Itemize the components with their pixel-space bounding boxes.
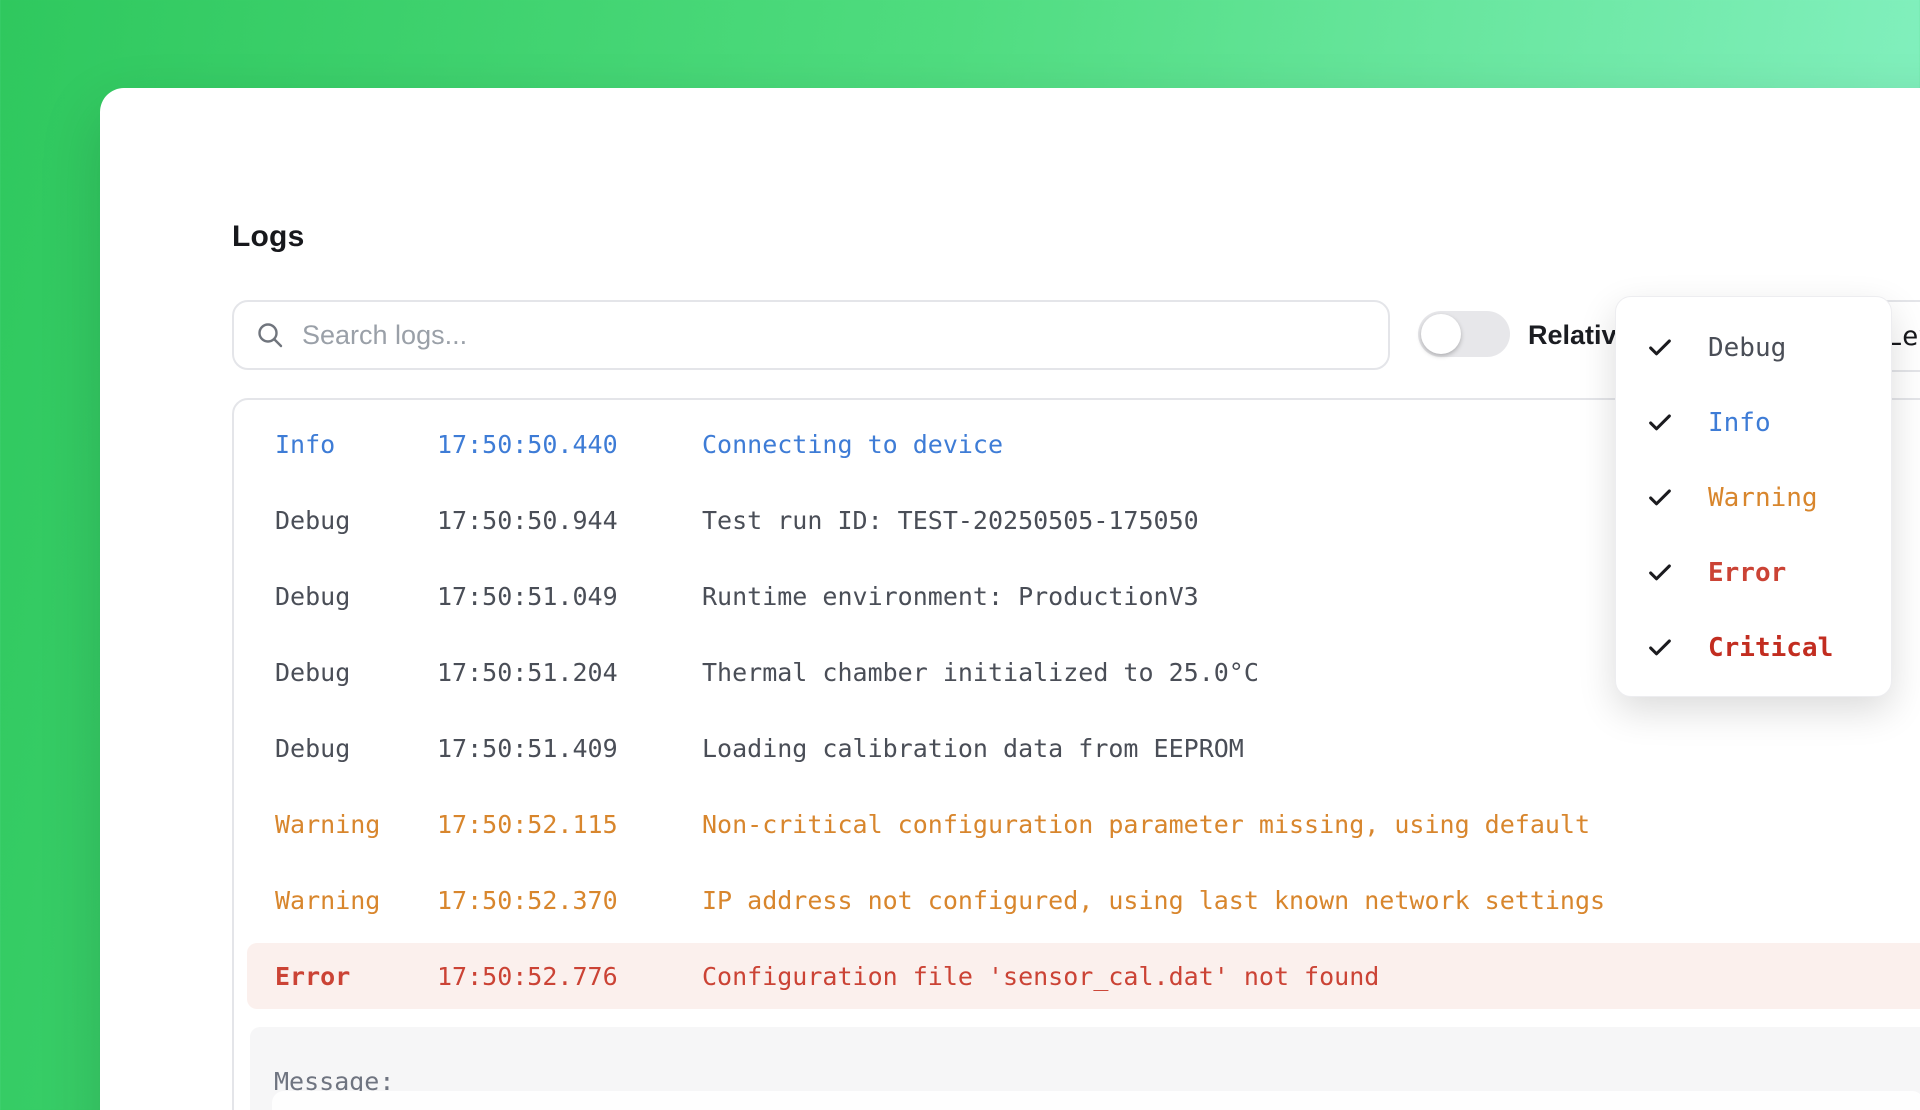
log-level: Error <box>275 962 437 991</box>
search-box[interactable] <box>232 300 1390 370</box>
log-row[interactable]: Debug 17:50:51.409 Loading calibration d… <box>247 715 1920 781</box>
page-title: Logs <box>232 220 304 254</box>
log-level: Warning <box>275 886 437 915</box>
level-menu-item-label: Error <box>1708 558 1786 588</box>
log-timestamp: 17:50:51.204 <box>437 658 702 687</box>
level-menu-item-debug[interactable]: Debug <box>1616 310 1891 385</box>
log-level: Info <box>275 430 437 459</box>
level-menu-item-label: Info <box>1708 408 1771 438</box>
log-detail-panel: Message: Configuration file 'sensor_cal.… <box>250 1027 1920 1110</box>
log-message: Non-critical configuration parameter mis… <box>702 810 1920 839</box>
log-timestamp: 17:50:51.409 <box>437 734 702 763</box>
log-message: Loading calibration data from EEPROM <box>702 734 1920 763</box>
log-level: Debug <box>275 658 437 687</box>
level-menu-item-label: Critical <box>1708 633 1833 663</box>
relative-time-toggle[interactable] <box>1418 311 1510 357</box>
level-menu-item-error[interactable]: Error <box>1616 535 1891 610</box>
log-timestamp: 17:50:52.776 <box>437 962 702 991</box>
log-level: Debug <box>275 506 437 535</box>
level-menu-item-label: Debug <box>1708 333 1786 363</box>
log-timestamp: 17:50:52.115 <box>437 810 702 839</box>
level-menu-item-warning[interactable]: Warning <box>1616 460 1891 535</box>
level-filter-menu: Debug Info Warning Error Critical <box>1615 296 1892 697</box>
log-level: Warning <box>275 810 437 839</box>
log-timestamp: 17:50:50.944 <box>437 506 702 535</box>
check-icon <box>1646 559 1674 587</box>
check-icon <box>1646 409 1674 437</box>
check-icon <box>1646 334 1674 362</box>
log-row[interactable]: Warning 17:50:52.370 IP address not conf… <box>247 867 1920 933</box>
level-menu-item-label: Warning <box>1708 483 1818 513</box>
log-message: Configuration file 'sensor_cal.dat' not … <box>702 962 1920 991</box>
search-icon <box>254 319 286 351</box>
level-menu-item-critical[interactable]: Critical <box>1616 610 1891 685</box>
toggle-knob <box>1421 314 1461 354</box>
search-input[interactable] <box>302 320 1368 351</box>
level-menu-item-info[interactable]: Info <box>1616 385 1891 460</box>
log-message: IP address not configured, using last kn… <box>702 886 1920 915</box>
log-timestamp: 17:50:50.440 <box>437 430 702 459</box>
check-icon <box>1646 634 1674 662</box>
log-row[interactable]: Warning 17:50:52.115 Non-critical config… <box>247 791 1920 857</box>
log-timestamp: 17:50:51.049 <box>437 582 702 611</box>
log-level: Debug <box>275 734 437 763</box>
check-icon <box>1646 484 1674 512</box>
log-timestamp: 17:50:52.370 <box>437 886 702 915</box>
log-level: Debug <box>275 582 437 611</box>
detail-message-box: Configuration file 'sensor_cal.dat' not … <box>272 1091 1920 1110</box>
log-row[interactable]: Error 17:50:52.776 Configuration file 's… <box>247 943 1920 1009</box>
